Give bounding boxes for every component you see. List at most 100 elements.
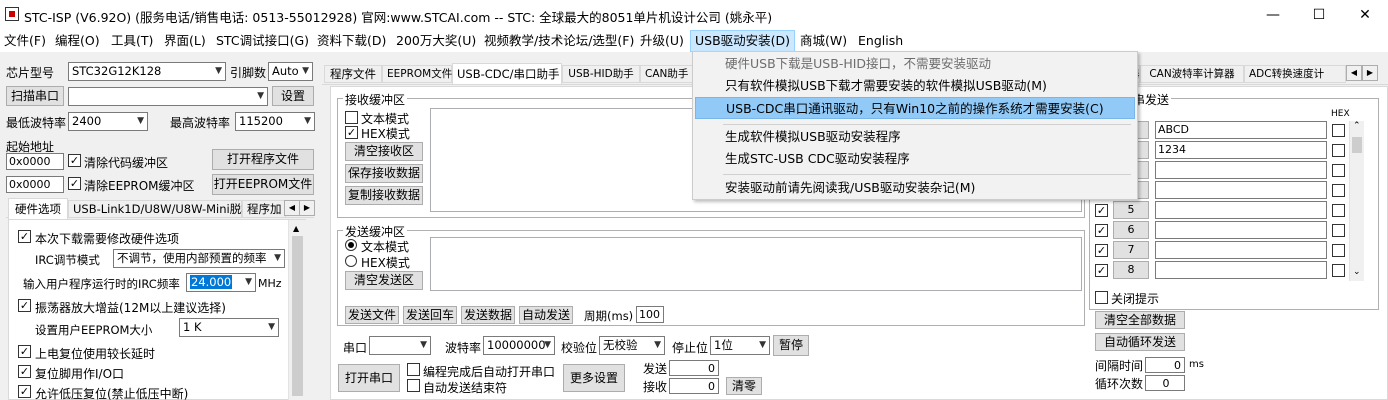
irc-freq-select[interactable]: 24.000 ▼: [186, 273, 256, 292]
close-button[interactable]: ✕: [1342, 0, 1388, 30]
tab-usb-link[interactable]: USB-Link1D/U8W/U8W-Mini脱机: [68, 200, 253, 218]
copy-receive-button[interactable]: 复制接收数据: [345, 186, 423, 205]
row-string-input[interactable]: [1155, 201, 1327, 219]
scroll-up-icon[interactable]: ⌃: [1353, 121, 1361, 131]
send-return-button[interactable]: 发送回车: [403, 306, 457, 324]
row-string-input[interactable]: [1155, 261, 1327, 279]
auto-end-checkbox[interactable]: [407, 379, 420, 392]
tab-eeprom-file[interactable]: EEPROM文件: [382, 65, 452, 83]
menu-item-soft-usb-driver[interactable]: 只有软件模拟USB下载才需要安装的软件模拟USB驱动(M): [695, 75, 1135, 97]
stop-bits-select[interactable]: 1位 ▼: [710, 336, 770, 355]
tab-hardware-options[interactable]: 硬件选项: [8, 198, 68, 219]
menu-item-cdc-driver[interactable]: USB-CDC串口通讯驱动，只有Win10之前的操作系统才需要安装(C): [695, 97, 1135, 119]
clear-count-button[interactable]: 清零: [726, 377, 762, 395]
tab-usb-hid[interactable]: USB-HID助手: [562, 65, 640, 83]
settings-button[interactable]: 设置: [272, 86, 314, 106]
send-file-button[interactable]: 发送文件: [345, 306, 399, 324]
tab-adc-speed[interactable]: ADC转换速度计: [1244, 65, 1346, 83]
chip-select[interactable]: STC32G12K128 ▼: [68, 62, 226, 81]
menu-prize[interactable]: 200万大奖(U): [392, 30, 480, 52]
menu-video[interactable]: 视频教学/技术论坛/选型(F): [480, 30, 638, 52]
scan-port-button[interactable]: 扫描串口: [6, 86, 64, 106]
close-hint-checkbox[interactable]: [1095, 291, 1108, 304]
interval-input[interactable]: 0: [1145, 357, 1185, 373]
menu-tools[interactable]: 工具(T): [107, 30, 157, 52]
row-send-button[interactable]: 5: [1113, 201, 1149, 219]
auto-loop-button[interactable]: 自动循环发送: [1095, 333, 1185, 351]
menu-shop[interactable]: 商城(W): [796, 30, 851, 52]
scroll-up-icon[interactable]: ▲: [293, 224, 299, 233]
row-enable-checkbox[interactable]: ✓: [1095, 204, 1108, 217]
row-hex-checkbox[interactable]: [1332, 224, 1345, 237]
row-string-input[interactable]: [1155, 161, 1327, 179]
scroll-down-icon[interactable]: ⌄: [1353, 267, 1361, 277]
parity-select[interactable]: 无校验 ▼: [599, 336, 665, 355]
tab-scroll-left-icon[interactable]: ◀: [284, 200, 300, 216]
hw-scroll-thumb[interactable]: [292, 236, 303, 396]
irc-mode-select[interactable]: 不调节，使用内部预置的频率 ▼: [113, 249, 285, 268]
row-hex-checkbox[interactable]: [1332, 264, 1345, 277]
row-hex-checkbox[interactable]: [1332, 184, 1345, 197]
row-hex-checkbox[interactable]: [1332, 164, 1345, 177]
max-baud-select[interactable]: 115200 ▼: [235, 112, 315, 131]
tab-scroll-right-icon[interactable]: ▶: [299, 200, 315, 216]
send-hex-mode-radio[interactable]: [345, 255, 357, 267]
clear-code-checkbox[interactable]: ✓: [68, 154, 81, 167]
row-hex-checkbox[interactable]: [1332, 244, 1345, 257]
multi-scroll-thumb[interactable]: [1352, 137, 1362, 153]
save-receive-button[interactable]: 保存接收数据: [345, 164, 423, 183]
row-string-input[interactable]: [1155, 181, 1327, 199]
clear-all-button[interactable]: 清空全部数据: [1095, 311, 1185, 329]
row-send-button[interactable]: 6: [1113, 221, 1149, 239]
menu-program[interactable]: 编程(O): [51, 30, 104, 52]
low-voltage-reset-checkbox[interactable]: ✓: [18, 385, 31, 398]
loop-count-input[interactable]: 0: [1145, 375, 1185, 391]
menu-item-gen-cdc-installer[interactable]: 生成STC-USB CDC驱动安装程序: [695, 148, 1135, 170]
menu-usb-driver[interactable]: USB驱动安装(D): [690, 30, 796, 52]
period-input[interactable]: 100: [636, 306, 664, 323]
more-settings-button[interactable]: 更多设置: [563, 364, 625, 392]
recv-hex-mode-checkbox[interactable]: ✓: [345, 126, 358, 139]
osc-gain-checkbox[interactable]: ✓: [18, 299, 31, 312]
send-textarea[interactable]: [430, 237, 1082, 291]
row-enable-checkbox[interactable]: ✓: [1095, 224, 1108, 237]
auto-send-button[interactable]: 自动发送: [519, 306, 573, 324]
send-data-button[interactable]: 发送数据: [461, 306, 515, 324]
menu-file[interactable]: 文件(F): [0, 30, 50, 52]
row-enable-checkbox[interactable]: ✓: [1095, 244, 1108, 257]
row-string-input[interactable]: [1155, 221, 1327, 239]
tab-program-encrypt[interactable]: 程序加: [242, 200, 286, 218]
eeprom-size-select[interactable]: 1 K ▼: [179, 318, 279, 337]
start-address-input[interactable]: 0x0000: [6, 153, 64, 170]
menu-download[interactable]: 资料下载(D): [313, 30, 390, 52]
row-string-input[interactable]: [1155, 241, 1327, 259]
row-send-button[interactable]: 7: [1113, 241, 1149, 259]
menu-interface[interactable]: 界面(L): [160, 30, 210, 52]
send-text-mode-radio[interactable]: [345, 239, 357, 251]
serial-port-select[interactable]: ▼: [369, 336, 431, 355]
menu-debug[interactable]: STC调试接口(G): [212, 30, 313, 52]
tab-can-helper[interactable]: CAN助手: [640, 65, 694, 83]
row-enable-checkbox[interactable]: ✓: [1095, 264, 1108, 277]
baud-select[interactable]: 10000000 ▼: [483, 336, 555, 355]
maximize-button[interactable]: ☐: [1296, 0, 1342, 30]
multi-scrollbar[interactable]: ⌃ ⌄: [1349, 121, 1364, 281]
row-string-input[interactable]: ABCD: [1155, 121, 1327, 139]
row-send-button[interactable]: 8: [1113, 261, 1149, 279]
menu-upgrade[interactable]: 升级(U): [636, 30, 688, 52]
menu-item-gen-soft-installer[interactable]: 生成软件模拟USB驱动安装程序: [695, 126, 1135, 148]
row-string-input[interactable]: 1234: [1155, 141, 1327, 159]
pause-button[interactable]: 暂停: [773, 335, 809, 356]
open-port-button[interactable]: 打开串口: [338, 364, 400, 392]
row-hex-checkbox[interactable]: [1332, 144, 1345, 157]
tab-can-baud-calc[interactable]: CAN波特率计算器: [1140, 65, 1244, 83]
row-hex-checkbox[interactable]: [1332, 124, 1345, 137]
hw-scrollbar[interactable]: ▲: [288, 220, 306, 400]
menu-english[interactable]: English: [854, 30, 907, 52]
port-select[interactable]: ▼: [68, 87, 268, 106]
menu-item-driver-notes[interactable]: 安装驱动前请先阅读我/USB驱动安装杂记(M): [695, 177, 1135, 199]
reset-pin-io-checkbox[interactable]: ✓: [18, 365, 31, 378]
clear-eeprom-checkbox[interactable]: ✓: [68, 177, 81, 190]
clear-send-button[interactable]: 清空发送区: [345, 271, 423, 290]
auto-open-checkbox[interactable]: [407, 363, 420, 376]
